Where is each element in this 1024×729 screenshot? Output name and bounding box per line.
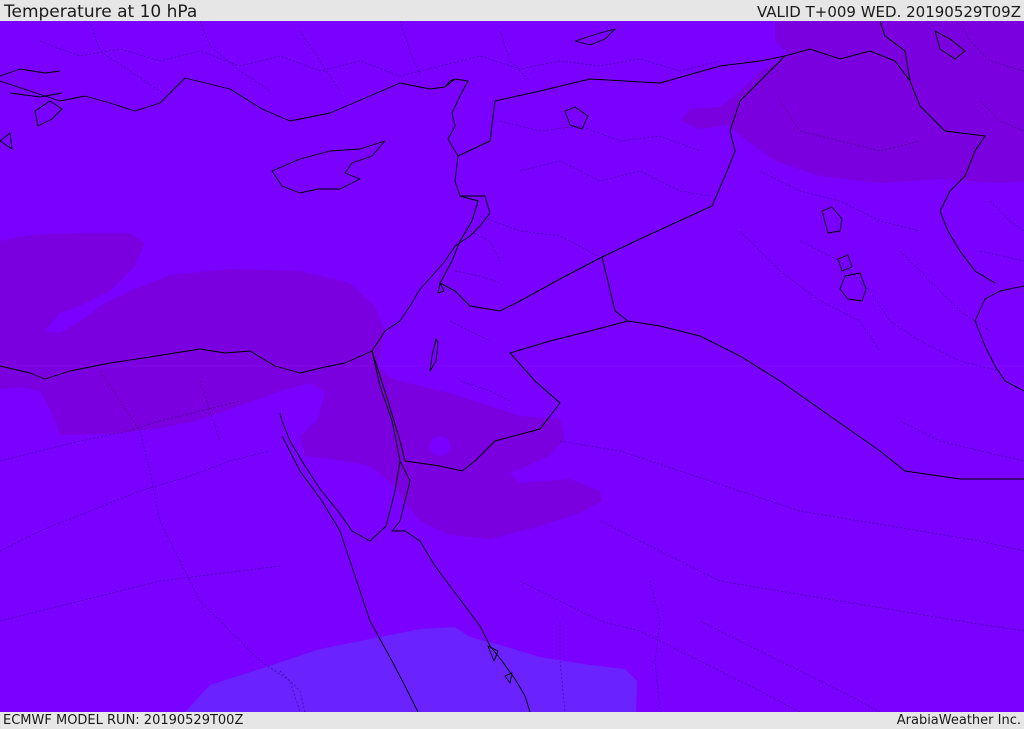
map-canvas bbox=[0, 21, 1024, 712]
weather-map[interactable] bbox=[0, 21, 1024, 712]
map-title: Temperature at 10 hPa bbox=[4, 2, 198, 22]
model-run-label: ECMWF MODEL RUN: 20190529T00Z bbox=[3, 713, 244, 728]
brand-credit: ArabiaWeather Inc. bbox=[896, 713, 1021, 728]
map-header: Temperature at 10 hPa VALID T+009 WED. 2… bbox=[0, 0, 1024, 21]
valid-time-label: VALID T+009 WED. 20190529T09Z bbox=[756, 3, 1021, 21]
cool-spot bbox=[430, 436, 450, 456]
map-footer: ECMWF MODEL RUN: 20190529T00Z ArabiaWeat… bbox=[0, 712, 1024, 729]
